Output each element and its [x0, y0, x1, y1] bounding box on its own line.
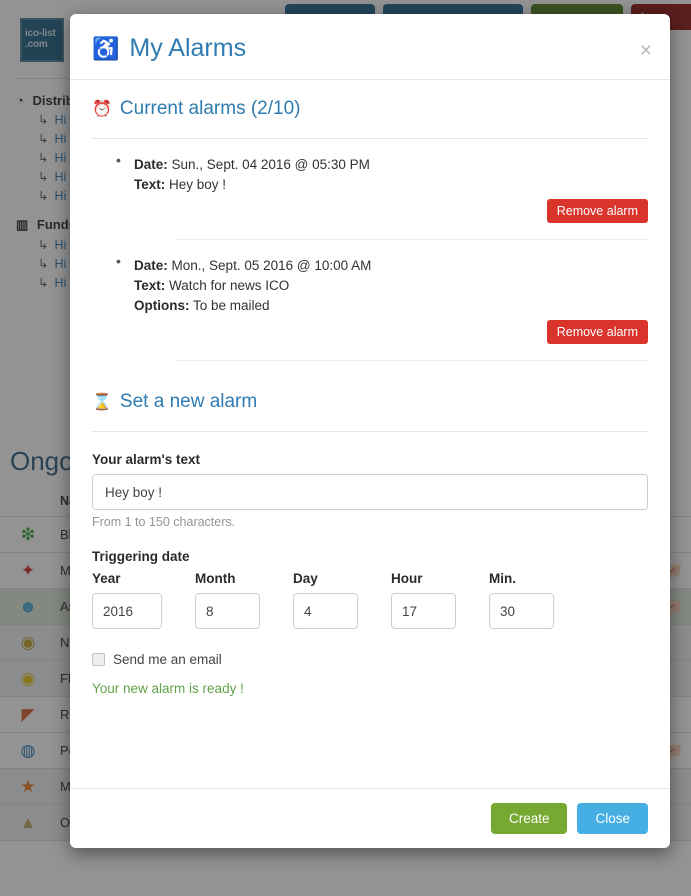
my-alarms-modal: ♿ My Alarms × ⏰ Current alarms (2/10) Da… [70, 14, 670, 848]
remove-alarm-row: Remove alarm [134, 320, 648, 344]
alarm-date-value: Sun., Sept. 04 2016 @ 05:30 PM [171, 157, 370, 172]
alarm-text-label: Text: [134, 278, 166, 293]
create-button[interactable]: Create [490, 803, 568, 834]
hour-input[interactable] [391, 593, 456, 629]
minute-input[interactable] [489, 593, 554, 629]
close-button[interactable]: Close [577, 803, 648, 834]
alarm-options-line: Options: To be mailed [134, 296, 648, 316]
bell-icon: ♿ [92, 35, 120, 61]
year-label: Year [92, 571, 121, 586]
modal-body: ⏰ Current alarms (2/10) Date: Sun., Sept… [70, 80, 670, 788]
hour-field: Hour [391, 571, 456, 629]
status-message: Your new alarm is ready ! [92, 681, 244, 696]
alarm-text-line: Text: Watch for news ICO [134, 276, 648, 296]
alarm-options-label: Options: [134, 298, 190, 313]
month-input[interactable] [195, 593, 260, 629]
remove-alarm-row: Remove alarm [134, 199, 648, 223]
day-input[interactable] [293, 593, 358, 629]
month-field: Month [195, 571, 260, 629]
triggering-date-label: Triggering date [92, 549, 190, 564]
alarm-text-label: Text: [134, 177, 166, 192]
modal-title: ♿ My Alarms [92, 34, 648, 63]
alarm-list-item: Date: Sun., Sept. 04 2016 @ 05:30 PM Tex… [92, 139, 648, 240]
alarm-text-help: From 1 to 150 characters. [92, 515, 236, 529]
alarm-date-value: Mon., Sept. 05 2016 @ 10:00 AM [171, 258, 372, 273]
current-alarms-heading-text: Current alarms (2/10) [119, 98, 301, 119]
new-alarm-heading-text: Set a new alarm [119, 391, 258, 412]
day-label: Day [293, 571, 318, 586]
day-field: Day [293, 571, 358, 629]
modal-header: ♿ My Alarms × [70, 14, 670, 80]
clock-icon: ⏰ [92, 101, 112, 118]
new-alarm-heading: ⌛ Set a new alarm [92, 391, 648, 413]
send-email-checkbox[interactable] [92, 653, 105, 666]
send-email-row: Send me an email [92, 652, 648, 667]
modal-title-text: My Alarms [129, 34, 247, 62]
triggering-date-row: Year Month Day Hour Min. [92, 571, 648, 629]
close-icon[interactable]: × [640, 40, 652, 61]
alarm-text-line: Text: Hey boy ! [134, 175, 648, 195]
alarm-text-input[interactable] [92, 474, 648, 510]
year-input[interactable] [92, 593, 162, 629]
alarm-date-label: Date: [134, 258, 168, 273]
remove-alarm-button[interactable]: Remove alarm [546, 199, 648, 223]
remove-alarm-button[interactable]: Remove alarm [546, 320, 648, 344]
hour-label: Hour [391, 571, 423, 586]
alarm-list: Date: Sun., Sept. 04 2016 @ 05:30 PM Tex… [92, 139, 648, 361]
alarm-divider [176, 360, 648, 361]
alarm-text-field-label: Your alarm's text [92, 452, 200, 467]
send-email-label: Send me an email [113, 652, 222, 667]
hourglass-icon: ⌛ [92, 394, 112, 411]
modal-footer: Create Close [70, 788, 670, 848]
minute-field: Min. [489, 571, 554, 629]
section-divider [92, 431, 648, 432]
alarm-list-item: Date: Mon., Sept. 05 2016 @ 10:00 AM Tex… [92, 240, 648, 361]
month-label: Month [195, 571, 236, 586]
alarm-date-line: Date: Sun., Sept. 04 2016 @ 05:30 PM [134, 155, 648, 175]
minute-label: Min. [489, 571, 516, 586]
current-alarms-heading: ⏰ Current alarms (2/10) [92, 98, 648, 120]
alarm-text-value: Hey boy ! [169, 177, 227, 192]
alarm-options-value: To be mailed [193, 298, 270, 313]
alarm-text-value: Watch for news ICO [169, 278, 290, 293]
alarm-date-line: Date: Mon., Sept. 05 2016 @ 10:00 AM [134, 256, 648, 276]
alarm-date-label: Date: [134, 157, 168, 172]
year-field: Year [92, 571, 162, 629]
